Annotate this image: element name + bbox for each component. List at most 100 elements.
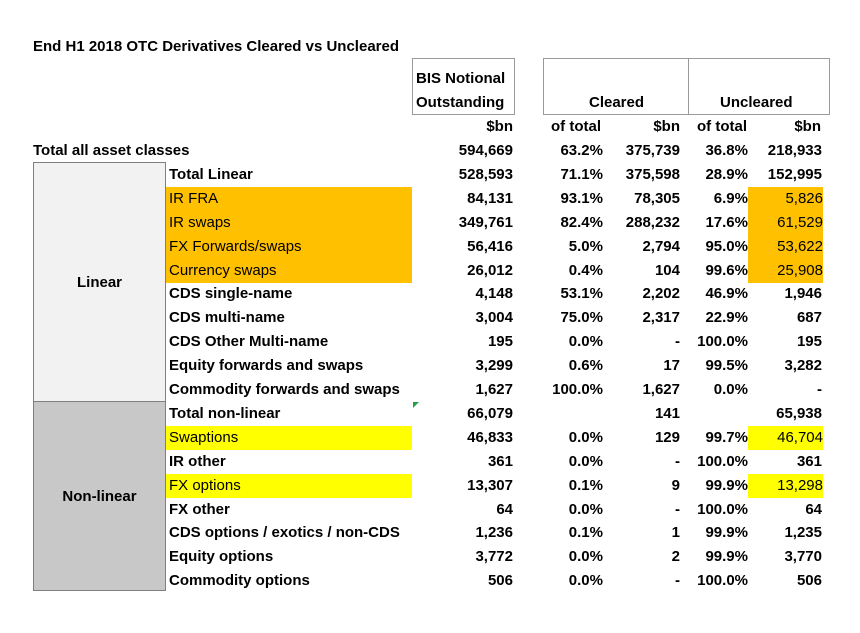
table-row: CDS Other Multi-name 195 0.0% -100.0% 195	[0, 330, 860, 354]
cell-uncleared-pct: 95.0%	[705, 237, 748, 255]
cell-label: Currency swaps	[166, 258, 412, 283]
cell-bis-bn: 3,772	[475, 548, 513, 566]
cell-bis-bn: 349,761	[458, 213, 513, 231]
cell-uncleared-pct: 99.9%	[705, 476, 748, 494]
cell-label: Commodity forwards and swaps	[169, 381, 400, 398]
cell-uncleared-bn: 687	[796, 309, 822, 327]
cell-label: Total Linear	[169, 165, 253, 183]
table-row: Total Linear 528,593 71.1% 375,598 28.9% 152,…	[0, 163, 860, 187]
cell-uncleared-pct	[686, 402, 748, 426]
cell-cleared-pct: 0.0%	[568, 500, 603, 518]
cell-bis-bn: 1,236	[475, 524, 513, 542]
cell-label: CDS multi-name	[169, 309, 285, 327]
cell-uncleared-bn: 218,933	[767, 142, 822, 159]
cell-uncleared-bn: 195	[796, 333, 822, 351]
cell-cleared-bn: 288,232	[625, 213, 680, 231]
cell-bis-bn: 66,079	[467, 404, 513, 422]
cell-bis-bn: 3,004	[475, 309, 513, 327]
cell-bis-bn: 46,833	[467, 428, 513, 446]
cell-cleared-bn: 104	[654, 261, 680, 279]
cell-uncleared-bn: 3,770	[784, 548, 822, 566]
cell-cleared-bn: 2,794	[642, 237, 680, 255]
cell-uncleared-pct: 99.7%	[705, 428, 748, 446]
table-row: Swaptions 46,833 0.0% 129 99.7% 46,704	[0, 425, 860, 450]
cell-bis-bn: 13,307	[467, 476, 513, 494]
table-row: Total all asset classes 594,669 63.2% 375,7…	[0, 139, 860, 163]
cell-cleared-bn: -	[675, 452, 680, 470]
cell-uncleared-bn: -	[817, 381, 822, 398]
cell-bis-bn: 56,416	[467, 237, 513, 255]
cell-uncleared-bn: 53,622	[748, 234, 823, 259]
cell-cleared-bn: 2,202	[642, 285, 680, 303]
cell-cleared-bn: 129	[654, 428, 680, 446]
cell-label: Commodity options	[169, 572, 310, 590]
cell-uncleared-pct: 99.9%	[705, 548, 748, 566]
cell-label: Equity options	[169, 548, 274, 566]
cell-cleared-pct: 0.1%	[568, 524, 603, 542]
cell-bis-bn: 528,593	[458, 165, 513, 183]
bis-header-line1: BIS Notional	[416, 70, 506, 87]
table-row: Currency swaps 26,012 0.4% 104 99.6% 25,908	[0, 258, 860, 283]
cell-label: Total all asset classes	[33, 142, 190, 159]
table-row: IR swaps 349,761 82.4% 288,232 17.6% 61,529	[0, 210, 860, 235]
table-row: IR FRA 84,131 93.1% 78,305 6.9% 5,826	[0, 186, 860, 211]
cell-cleared-pct: 63.2%	[560, 142, 603, 159]
uncleared-header: Uncleared	[720, 94, 793, 111]
cell-cleared-bn: -	[675, 500, 680, 518]
cell-cleared-bn: 1,627	[642, 381, 680, 398]
cell-label: FX Forwards/swaps	[166, 234, 412, 259]
cell-label: FX other	[169, 500, 230, 518]
cell-uncleared-pct: 46.9%	[705, 285, 748, 303]
cell-uncleared-pct: 100.0%	[697, 500, 748, 518]
cell-cleared-pct: 53.1%	[560, 285, 603, 303]
cell-label: Total non-linear	[169, 404, 281, 422]
cell-label: Equity forwards and swaps	[169, 357, 364, 375]
cell-cleared-bn: 2	[671, 548, 680, 566]
cell-cleared-pct: 0.6%	[568, 357, 603, 375]
cell-label: CDS Other Multi-name	[169, 333, 329, 351]
cell-bis-bn: 506	[487, 572, 513, 590]
cell-cleared-pct: 0.1%	[568, 476, 603, 494]
table-row: Equity forwards and swaps 3,299 0.6% 17 99.5…	[0, 354, 860, 378]
cell-uncleared-pct: 36.8%	[705, 142, 748, 159]
cell-cleared-bn: 1	[671, 524, 680, 542]
cell-bis-bn: 84,131	[467, 189, 513, 207]
cell-uncleared-bn: 1,946	[784, 285, 822, 303]
subheader-uncleared-pct: of total	[697, 118, 747, 135]
cell-uncleared-pct: 17.6%	[705, 213, 748, 231]
subheader-bis-bn: $bn	[486, 118, 513, 135]
cleared-header: Cleared	[589, 94, 645, 111]
cell-uncleared-bn: 361	[796, 452, 822, 470]
cell-label: Swaptions	[166, 425, 412, 450]
table-row: Equity options 3,772 0.0% 2 99.9% 3,770	[0, 545, 860, 569]
cell-bis-bn: 195	[487, 333, 513, 351]
cell-label: IR swaps	[166, 210, 412, 235]
cell-uncleared-bn: 3,282	[784, 357, 822, 375]
cell-uncleared-bn: 1,235	[784, 524, 822, 542]
cell-cleared-pct: 0.0%	[568, 428, 603, 446]
cell-cleared-pct: 71.1%	[560, 165, 603, 183]
cell-uncleared-pct: 100.0%	[697, 452, 748, 470]
table-row: Commodity forwards and swaps 1,627 100.0% 1…	[0, 378, 860, 402]
cell-uncleared-pct: 28.9%	[705, 165, 748, 183]
cell-bis-bn: 594,669	[458, 142, 513, 159]
cell-uncleared-bn: 65,938	[776, 404, 822, 422]
cell-label: CDS options / exotics / non-CDS	[169, 524, 400, 542]
cell-cleared-pct: 75.0%	[560, 309, 603, 327]
cell-cleared-pct	[540, 402, 603, 426]
cell-bis-bn: 361	[487, 452, 513, 470]
header-divider	[688, 58, 689, 115]
cell-cleared-pct: 5.0%	[568, 237, 603, 255]
cell-cleared-pct: 0.0%	[568, 572, 603, 590]
cell-uncleared-pct: 22.9%	[705, 309, 748, 327]
cell-cleared-pct: 93.1%	[560, 189, 603, 207]
cell-uncleared-bn: 46,704	[748, 425, 823, 450]
cell-uncleared-bn: 64	[805, 500, 822, 518]
cell-uncleared-bn: 506	[796, 572, 822, 590]
cell-label: CDS single-name	[169, 285, 293, 303]
cell-uncleared-bn: 5,826	[748, 186, 823, 211]
table-row: CDS single-name 4,148 53.1% 2,202 46.9% 1,946	[0, 282, 860, 306]
cell-cleared-pct: 100.0%	[552, 381, 603, 398]
cell-uncleared-pct: 99.9%	[705, 524, 748, 542]
cell-uncleared-pct: 99.5%	[705, 357, 748, 375]
